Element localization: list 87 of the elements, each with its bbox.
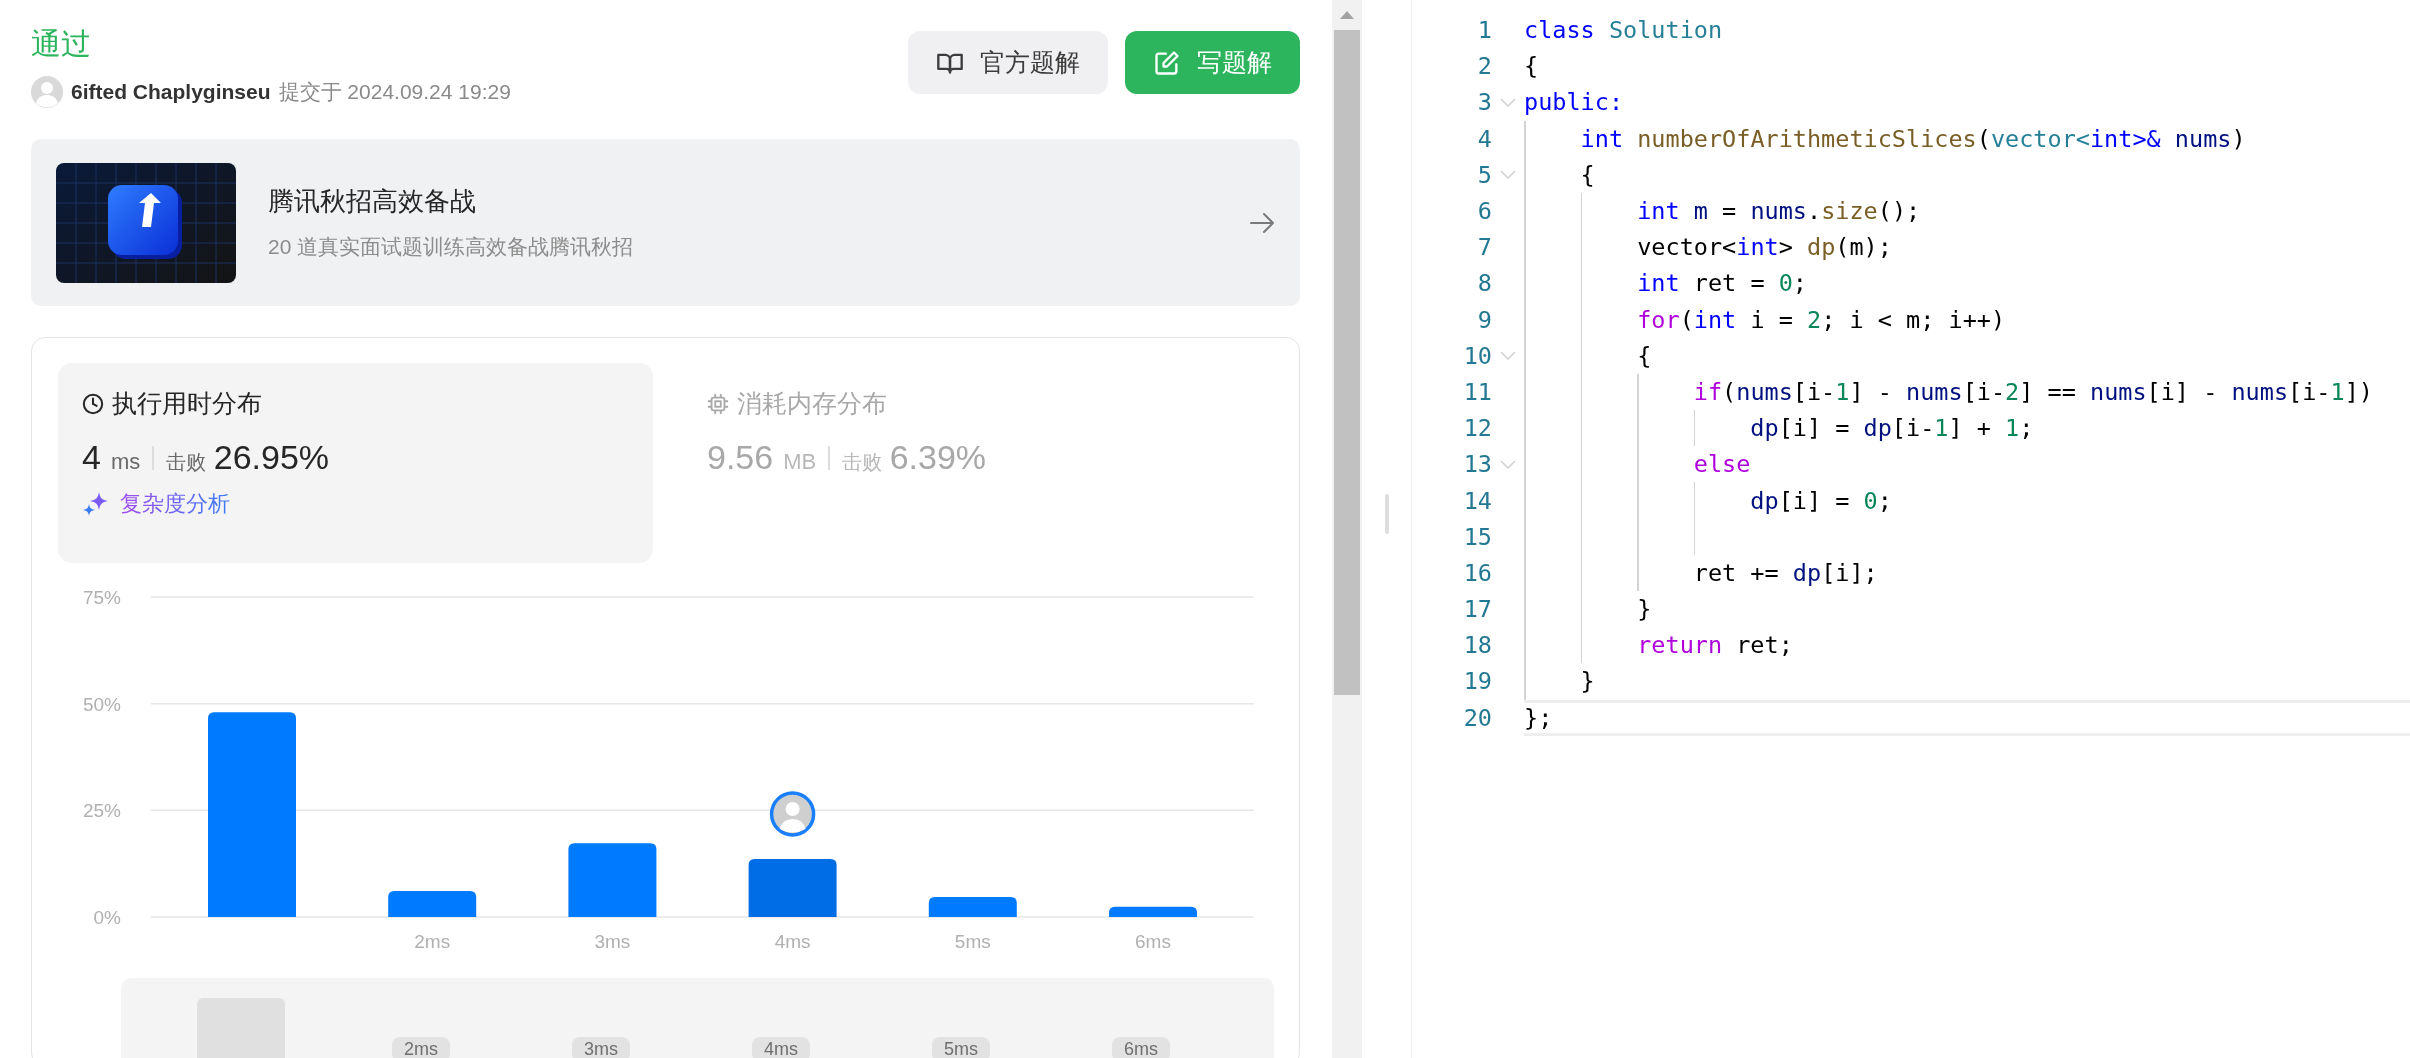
navigator-label: 4ms (752, 1037, 810, 1058)
x-axis-label: 4ms (774, 931, 811, 952)
navigator-label: 3ms (572, 1037, 630, 1058)
line-number: 19 (1462, 667, 1492, 696)
stat-value: 9.56 (707, 438, 774, 477)
code-line: int m = nums.size(); (1636, 197, 1921, 226)
code-line: { (1579, 160, 1595, 189)
stats-title: 消耗内存分布 (737, 388, 887, 419)
line-number: 20 (1462, 703, 1492, 732)
fold-chevron-icon[interactable] (1500, 351, 1516, 361)
code-line: } (1579, 667, 1595, 696)
code-line: vector<int> dp(m); (1636, 233, 1892, 262)
stat-value: 4 (82, 438, 101, 477)
scrollbar-thumb[interactable] (1334, 30, 1360, 695)
username: 6ifted Chaplyginseu (71, 80, 271, 104)
line-number: 6 (1476, 197, 1492, 226)
stat-unit: ms (110, 449, 141, 475)
line-number: 12 (1462, 414, 1492, 443)
line-number: 3 (1476, 88, 1492, 117)
beat-label: 击败 (165, 450, 206, 475)
banner-title: 腾讯秋招高效备战 (268, 185, 477, 218)
fold-chevron-icon[interactable] (1500, 97, 1516, 107)
line-number: 13 (1462, 450, 1492, 479)
official-solution-button[interactable]: 官方题解 (908, 31, 1108, 94)
code-line: dp[i] = 0; (1749, 486, 1892, 515)
code-line: public: (1524, 88, 1624, 117)
code-line: } (1636, 595, 1652, 624)
line-number: 8 (1476, 269, 1492, 298)
code-line: int ret = 0; (1636, 269, 1807, 298)
fold-chevron-icon[interactable] (1500, 459, 1516, 469)
line-number: 5 (1476, 160, 1492, 189)
stat-unit: MB (783, 449, 817, 475)
line-number: 9 (1476, 305, 1492, 334)
navigator-label: 5ms (932, 1037, 990, 1058)
banner-subtitle: 20 道真实面试题训练高效备战腾讯秋招 (268, 234, 635, 260)
code-line: else (1692, 450, 1751, 479)
code-line: { (1636, 341, 1652, 370)
line-number: 14 (1462, 486, 1492, 515)
caret-up-icon (1340, 11, 1354, 19)
stats-tab[interactable]: 消耗内存分布 9.56 MB 击败 6.39% (683, 363, 1278, 563)
edit-icon (1153, 48, 1181, 77)
fold-chevron-icon[interactable] (1500, 170, 1516, 180)
code-line: }; (1524, 703, 1553, 732)
avatar-icon (31, 76, 63, 108)
submitted-time: 提交于 2024.09.24 19:29 (278, 79, 511, 105)
beat-percent: 26.95% (213, 438, 330, 477)
x-axis-label: 2ms (414, 931, 451, 952)
y-axis-label: 0% (93, 907, 121, 928)
user-avatar-icon (769, 791, 816, 837)
stats-title: 执行用时分布 (112, 388, 262, 419)
code-line: ret += dp[i]; (1692, 558, 1878, 587)
promo-banner[interactable]: 腾讯秋招高效备战 20 道真实面试题训练高效备战腾讯秋招 (31, 139, 1300, 306)
clock-icon (82, 392, 104, 415)
line-number: 11 (1462, 377, 1492, 406)
line-number: 15 (1462, 522, 1492, 551)
code-line: dp[i] = dp[i-1] + 1; (1749, 414, 2034, 443)
line-number: 16 (1462, 558, 1492, 587)
line-number: 7 (1476, 233, 1492, 262)
beat-percent: 6.39% (889, 438, 987, 477)
code-line: int numberOfArithmeticSlices(vector<int>& nums) (1579, 124, 2246, 153)
chart-navigator[interactable]: 2ms 3ms 4ms 5ms 6ms (121, 978, 1274, 1058)
code-line: if(nums[i-1] - nums[i-2] == nums[i] - nums[i-1]) (1692, 377, 2373, 406)
beat-label: 击败 (841, 450, 882, 475)
x-axis-label: 6ms (1135, 931, 1171, 952)
y-axis-label: 75% (82, 587, 121, 608)
line-number: 10 (1462, 341, 1492, 370)
code-line: for(int i = 2; i < m; i++) (1636, 305, 2006, 334)
line-number: 17 (1462, 595, 1492, 624)
code-line: class Solution (1524, 16, 1723, 45)
line-number: 1 (1476, 16, 1492, 45)
code-line: { (1524, 52, 1539, 81)
code-line: return ret; (1636, 631, 1793, 660)
navigator-label: 2ms (392, 1037, 450, 1058)
x-axis-label: 3ms (594, 931, 631, 952)
stats-tab[interactable]: 执行用时分布 4 ms 击败 26.95% 复杂度分析 (58, 363, 653, 563)
line-number: 18 (1462, 631, 1492, 660)
navigator-label: 6ms (1112, 1037, 1170, 1058)
chip-icon (707, 392, 729, 415)
write-solution-button[interactable]: 写题解 (1125, 31, 1300, 94)
y-axis-label: 50% (82, 693, 121, 715)
status-label: 通过 (31, 26, 92, 62)
y-axis-label: 25% (82, 800, 121, 822)
x-axis-label: 5ms (954, 931, 991, 952)
line-number: 4 (1476, 124, 1492, 153)
resize-handle[interactable] (1384, 494, 1389, 534)
line-number: 2 (1476, 52, 1492, 81)
arrow-right-icon (1249, 211, 1275, 234)
